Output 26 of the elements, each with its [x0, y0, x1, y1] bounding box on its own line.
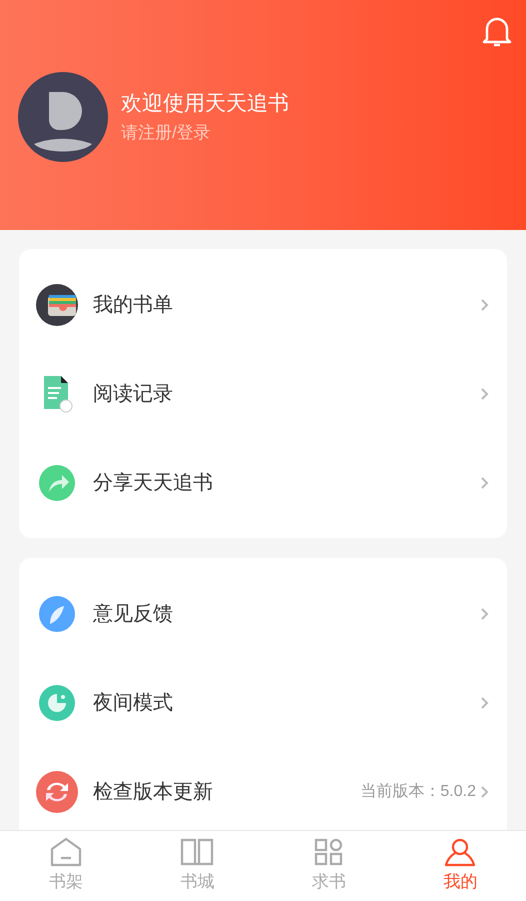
chevron-icon [480, 476, 489, 490]
menu-item[interactable]: 我的书单 [19, 260, 507, 349]
chevron-icon [480, 606, 489, 620]
menu-item[interactable]: 意见反馈 [19, 569, 507, 658]
menu-label: 我的书单 [93, 292, 174, 318]
menu-item[interactable]: 夜间模式 [19, 658, 507, 747]
book-icon [180, 837, 214, 868]
menu-item[interactable]: 检查版本更新 当前版本：5.0.2 [19, 747, 507, 830]
person-icon [443, 837, 478, 868]
menu-label: 检查版本更新 [93, 780, 214, 804]
chevron-icon [480, 298, 489, 312]
chevron-icon [480, 784, 489, 798]
menu-label: 夜间模式 [93, 690, 174, 716]
welcome-title: 欢迎使用天天追书 [121, 91, 289, 117]
refresh-icon [36, 770, 78, 812]
menu-label: 阅读记录 [93, 382, 174, 406]
home-icon [48, 837, 83, 868]
chevron-icon [480, 386, 489, 400]
chevron-icon [480, 696, 489, 710]
version-text: 当前版本：5.0.2 [360, 782, 476, 802]
menu-label: 意见反馈 [93, 602, 174, 626]
avatar[interactable] [18, 72, 108, 162]
menu-item[interactable]: 阅读记录 [19, 349, 507, 438]
wallet-icon [36, 284, 78, 326]
menu-label: 分享天天追书 [93, 470, 214, 496]
menu-item[interactable]: 分享天天追书 [19, 438, 507, 527]
